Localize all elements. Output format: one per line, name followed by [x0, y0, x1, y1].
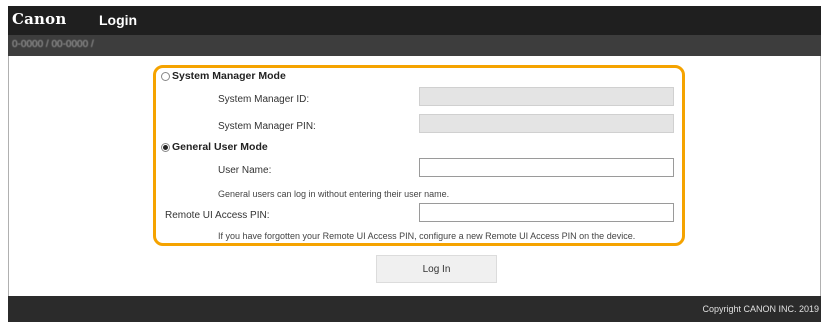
- system-manager-mode-label: System Manager Mode: [172, 70, 286, 82]
- system-manager-mode-option[interactable]: System Manager Mode: [161, 70, 286, 82]
- remote-ui-pin-label: Remote UI Access PIN:: [165, 210, 270, 221]
- remote-ui-pin-input[interactable]: [419, 203, 674, 222]
- login-mode-panel: System Manager Mode System Manager ID: S…: [153, 65, 685, 246]
- system-manager-pin-input[interactable]: [419, 114, 674, 133]
- general-user-mode-radio[interactable]: [161, 142, 170, 152]
- system-manager-id-input[interactable]: [419, 87, 674, 106]
- header-bar: Canon Login: [8, 6, 821, 35]
- system-manager-mode-radio[interactable]: [161, 71, 170, 81]
- system-manager-id-label: System Manager ID:: [218, 94, 310, 105]
- user-name-label: User Name:: [218, 165, 272, 176]
- breadcrumb-bar: 0-0000 / 00-0000 /: [8, 35, 821, 56]
- canon-logo: Canon: [12, 10, 67, 28]
- copyright-text: Copyright CANON INC. 2019: [702, 304, 819, 314]
- user-name-input[interactable]: [419, 158, 674, 177]
- system-manager-pin-label: System Manager PIN:: [218, 121, 316, 132]
- breadcrumb: 0-0000 / 00-0000 /: [12, 39, 94, 50]
- general-user-mode-option[interactable]: General User Mode: [161, 141, 268, 153]
- remote-ui-pin-hint: If you have forgotten your Remote UI Acc…: [218, 231, 636, 241]
- general-user-mode-label: General User Mode: [172, 141, 268, 153]
- general-user-hint: General users can log in without enterin…: [218, 189, 450, 199]
- footer-bar: Copyright CANON INC. 2019: [8, 296, 821, 322]
- main-content: System Manager Mode System Manager ID: S…: [8, 56, 821, 296]
- log-in-button[interactable]: Log In: [376, 255, 497, 283]
- login-page: Canon Login 0-0000 / 00-0000 / System Ma…: [0, 0, 821, 322]
- page-title: Login: [99, 12, 138, 28]
